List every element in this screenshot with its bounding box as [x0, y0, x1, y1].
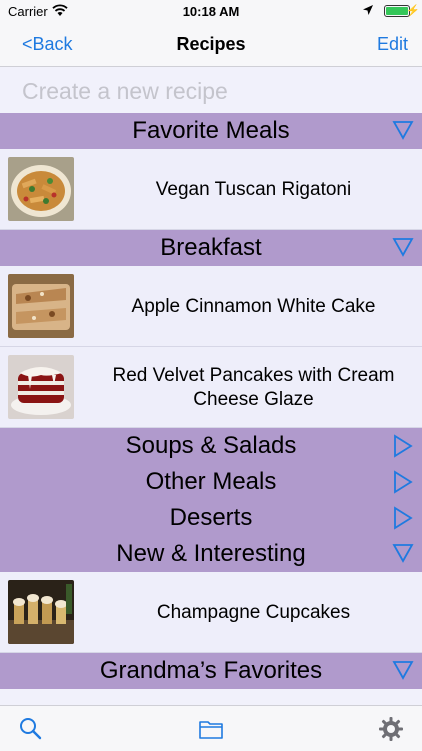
status-bar: Carrier 10:18 AM ⚡ [0, 0, 422, 22]
search-icon[interactable] [18, 716, 44, 742]
charging-icon: ⚡ [406, 5, 420, 17]
recipe-title: Red Velvet Pancakes with Cream Cheese Gl… [112, 364, 395, 410]
triangle-right-icon [392, 434, 414, 465]
section-header-favorite-meals[interactable]: Favorite Meals [0, 113, 422, 149]
edit-button[interactable]: Edit [377, 34, 408, 55]
section-header-grandmas-favorites[interactable]: Grandma’s Favorites [0, 653, 422, 689]
recipe-title: Champagne Cupcakes [156, 601, 351, 623]
section-title: Grandma’s Favorites [99, 657, 323, 684]
section-header-breakfast[interactable]: Breakfast [0, 230, 422, 266]
recipe-title: Apple Cinnamon White Cake [131, 295, 376, 317]
triangle-down-icon [392, 236, 414, 264]
page-title: Recipes [176, 34, 246, 54]
section-header-deserts[interactable]: Deserts [0, 500, 422, 536]
tab-bar [0, 705, 422, 751]
recipe-thumbnail [8, 580, 74, 644]
folder-icon[interactable] [198, 716, 224, 742]
section-title: New & Interesting [116, 540, 306, 567]
recipe-thumbnail [8, 157, 74, 221]
triangle-right-icon [392, 470, 414, 501]
new-recipe-row [0, 67, 422, 113]
recipe-row-red-velvet-pancakes[interactable]: Red Velvet Pancakes with Cream Cheese Gl… [0, 347, 422, 428]
triangle-right-icon [392, 506, 414, 537]
section-title: Favorite Meals [132, 117, 290, 144]
location-icon [362, 4, 374, 19]
status-time: 10:18 AM [182, 4, 240, 19]
section-title: Breakfast [160, 234, 262, 261]
recipe-title: Vegan Tuscan Rigatoni [155, 178, 352, 200]
recipe-row-apple-cinnamon-white-cake[interactable]: Apple Cinnamon White Cake [0, 266, 422, 347]
triangle-down-icon [392, 542, 414, 570]
section-title: Other Meals [145, 468, 277, 495]
recipe-thumbnail [8, 274, 74, 338]
section-header-other-meals[interactable]: Other Meals [0, 464, 422, 500]
recipe-row-champagne-cupcakes[interactable]: Champagne Cupcakes [0, 572, 422, 653]
navigation-bar: <Back Recipes Edit [0, 22, 422, 67]
section-title: Soups & Salads [125, 432, 297, 459]
section-title: Deserts [169, 504, 253, 531]
gear-icon[interactable] [378, 716, 404, 742]
triangle-down-icon [392, 659, 414, 687]
section-header-new-interesting[interactable]: New & Interesting [0, 536, 422, 572]
recipe-thumbnail [8, 355, 74, 419]
section-header-soups-salads[interactable]: Soups & Salads [0, 428, 422, 464]
new-recipe-input[interactable] [20, 74, 404, 108]
triangle-down-icon [392, 119, 414, 147]
recipe-row-vegan-tuscan-rigatoni[interactable]: Vegan Tuscan Rigatoni [0, 149, 422, 230]
